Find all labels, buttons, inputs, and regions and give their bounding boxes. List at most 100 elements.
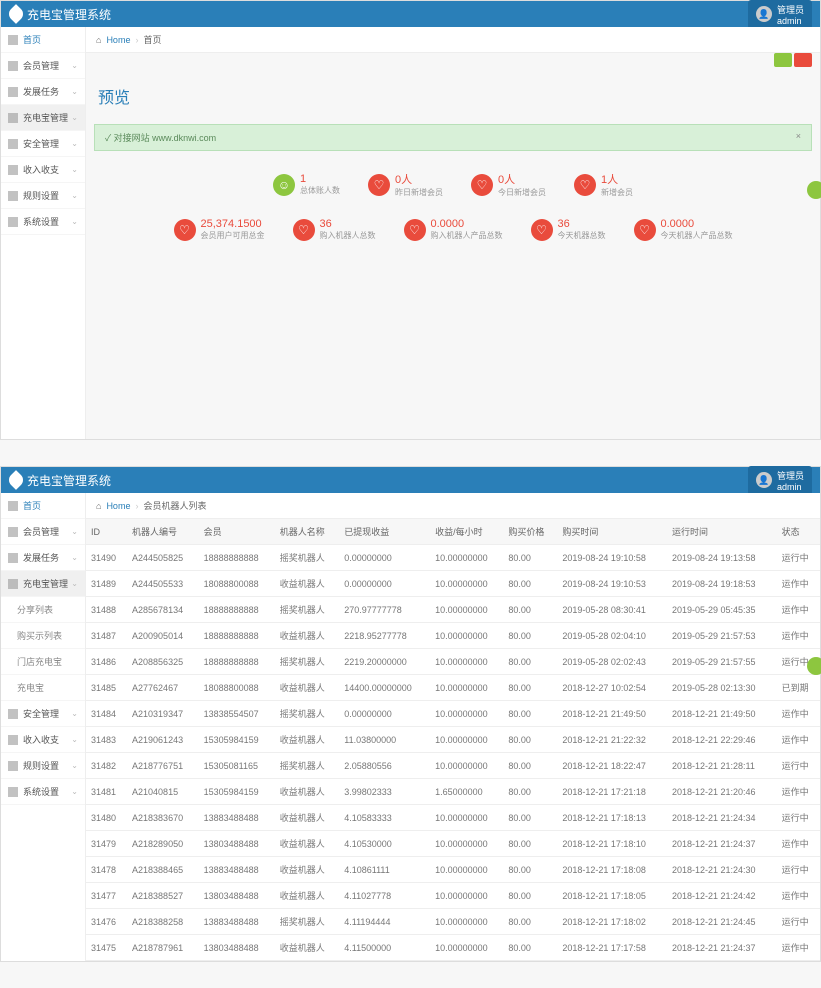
- sidebar-item[interactable]: 收入收支⌄: [1, 727, 85, 753]
- table-row: 31480A21838367013883488488收益机器人4.1058333…: [86, 805, 820, 831]
- sidebar-item-label: 系统设置: [23, 785, 59, 798]
- table-row: 31484A21031934713838554507摇奖机器人0.0000000…: [86, 701, 820, 727]
- table-row: 31490A24450582518888888888摇奖机器人0.0000000…: [86, 545, 820, 571]
- close-icon[interactable]: ×: [796, 131, 801, 144]
- off-badge[interactable]: [794, 53, 812, 67]
- status-link[interactable]: 运行中: [777, 857, 820, 883]
- stat-label: 总体账人数: [300, 185, 340, 196]
- status-link[interactable]: 运行中: [777, 909, 820, 935]
- menu-icon: [8, 61, 18, 71]
- stat-icon: ♡: [634, 219, 656, 241]
- stat-icon: ♡: [531, 219, 553, 241]
- status-link[interactable]: 运作中: [777, 831, 820, 857]
- crumb-home[interactable]: Home: [106, 35, 130, 45]
- sidebar-item-label: 充电宝管理: [23, 577, 68, 590]
- sidebar-item-label: 充电宝: [17, 681, 44, 694]
- col-header: 购买价格: [503, 519, 557, 545]
- status-link[interactable]: 运作中: [777, 935, 820, 961]
- stat-value: 1人: [601, 171, 633, 187]
- status-link[interactable]: 运行中: [777, 753, 820, 779]
- crumb-current: 首页: [143, 33, 161, 46]
- sidebar-item[interactable]: 安全管理⌄: [1, 131, 85, 157]
- float-bubble[interactable]: [807, 181, 821, 199]
- header: 充电宝管理系统 👤 管理员admin: [1, 467, 820, 493]
- sidebar-item-label: 分享列表: [17, 603, 53, 616]
- status-link[interactable]: 运作中: [777, 701, 820, 727]
- chevron-down-icon: ⌄: [71, 735, 78, 744]
- chevron-down-icon: ⌄: [71, 787, 78, 796]
- col-header: 状态: [777, 519, 820, 545]
- status-link[interactable]: 运作中: [777, 779, 820, 805]
- stat-label: 今日新增会员: [498, 187, 546, 198]
- chevron-down-icon: ⌄: [71, 709, 78, 718]
- stat-icon: ♡: [293, 219, 315, 241]
- stat-value: 1: [300, 173, 340, 185]
- sidebar-item[interactable]: 购买示列表: [1, 623, 85, 649]
- stat-label: 购入机器人总数: [320, 230, 376, 241]
- sidebar-item[interactable]: 充电宝管理⌄: [1, 105, 85, 131]
- table-row: 31477A21838852713803488488收益机器人4.1102777…: [86, 883, 820, 909]
- user-chip[interactable]: 👤 管理员admin: [748, 0, 812, 29]
- sidebar-item-label: 规则设置: [23, 189, 59, 202]
- status-link[interactable]: 运作中: [777, 623, 820, 649]
- sidebar-item-label: 首页: [23, 499, 41, 512]
- sidebar-item[interactable]: 门店充电宝: [1, 649, 85, 675]
- sidebar-item[interactable]: 发展任务⌄: [1, 79, 85, 105]
- stat-icon: ☺: [273, 174, 295, 196]
- sidebar-item[interactable]: 系统设置⌄: [1, 209, 85, 235]
- sidebar-item[interactable]: 规则设置⌄: [1, 753, 85, 779]
- status-link[interactable]: 已到期: [777, 675, 820, 701]
- sidebar-item[interactable]: 收入收支⌄: [1, 157, 85, 183]
- col-header: 购买时间: [557, 519, 667, 545]
- table-row: 31489A24450553318088800088收益机器人0.0000000…: [86, 571, 820, 597]
- sidebar-item[interactable]: 首页: [1, 493, 85, 519]
- crumb-home[interactable]: Home: [106, 501, 130, 511]
- table-row: 31487A20090501418888888888收益机器人2218.9527…: [86, 623, 820, 649]
- sidebar-item[interactable]: 会员管理⌄: [1, 519, 85, 545]
- sidebar-item[interactable]: 分享列表: [1, 597, 85, 623]
- col-header: 运行时间: [667, 519, 777, 545]
- alert: ✓ 对接网站 www.dknwi.com ×: [94, 124, 812, 151]
- status-link[interactable]: 运作中: [777, 883, 820, 909]
- sidebar-item[interactable]: 系统设置 ⌄: [1, 779, 85, 805]
- status-link[interactable]: 运行中: [777, 545, 820, 571]
- stat: ♡1人新增会员: [574, 171, 633, 198]
- sidebar-item[interactable]: 充电宝管理⌄: [1, 571, 85, 597]
- col-header: 机器人名称: [275, 519, 339, 545]
- stat-value: 0人: [395, 171, 443, 187]
- stat-label: 会员用户可用总金: [201, 230, 265, 241]
- sidebar-item[interactable]: 安全管理⌄: [1, 701, 85, 727]
- sidebar-item-label: 会员管理: [23, 525, 59, 538]
- col-header: 会员: [199, 519, 275, 545]
- sidebar-item-label: 充电宝管理: [23, 111, 68, 124]
- breadcrumb: ⌂ Home › 首页: [86, 27, 820, 53]
- table-row: 31488A28567813418888888888摇奖机器人270.97777…: [86, 597, 820, 623]
- stat-label: 今天机器人产品总数: [661, 230, 733, 241]
- chevron-down-icon: ⌄: [71, 61, 78, 70]
- on-badge[interactable]: [774, 53, 792, 67]
- status-link[interactable]: 运作中: [777, 571, 820, 597]
- sidebar-item[interactable]: 首页: [1, 27, 85, 53]
- status-link[interactable]: 运行中: [777, 805, 820, 831]
- menu-icon: [8, 527, 18, 537]
- stat-label: 购入机器人产品总数: [431, 230, 503, 241]
- status-link[interactable]: 运作中: [777, 597, 820, 623]
- float-bubble[interactable]: [807, 657, 821, 675]
- stat: ☺ 1总体账人数: [273, 171, 340, 198]
- table-row: 31475A21878796113803488488收益机器人4.1150000…: [86, 935, 820, 961]
- stat-label: 昨日新增会员: [395, 187, 443, 198]
- sidebar-item[interactable]: 发展任务⌄: [1, 545, 85, 571]
- stat-icon: ♡: [404, 219, 426, 241]
- col-header: ID: [86, 519, 127, 545]
- chevron-down-icon: ⌄: [71, 139, 78, 148]
- brand: 充电宝管理系统: [9, 472, 111, 489]
- user-chip[interactable]: 👤 管理员admin: [748, 466, 812, 495]
- stat-value: 25,374.1500: [201, 218, 265, 230]
- menu-icon: [8, 709, 18, 719]
- status-link[interactable]: 运作中: [777, 727, 820, 753]
- menu-icon: [8, 787, 18, 797]
- sidebar-item[interactable]: 充电宝: [1, 675, 85, 701]
- col-header: 已提现收益: [339, 519, 430, 545]
- sidebar-item[interactable]: 规则设置⌄: [1, 183, 85, 209]
- sidebar-item[interactable]: 会员管理⌄: [1, 53, 85, 79]
